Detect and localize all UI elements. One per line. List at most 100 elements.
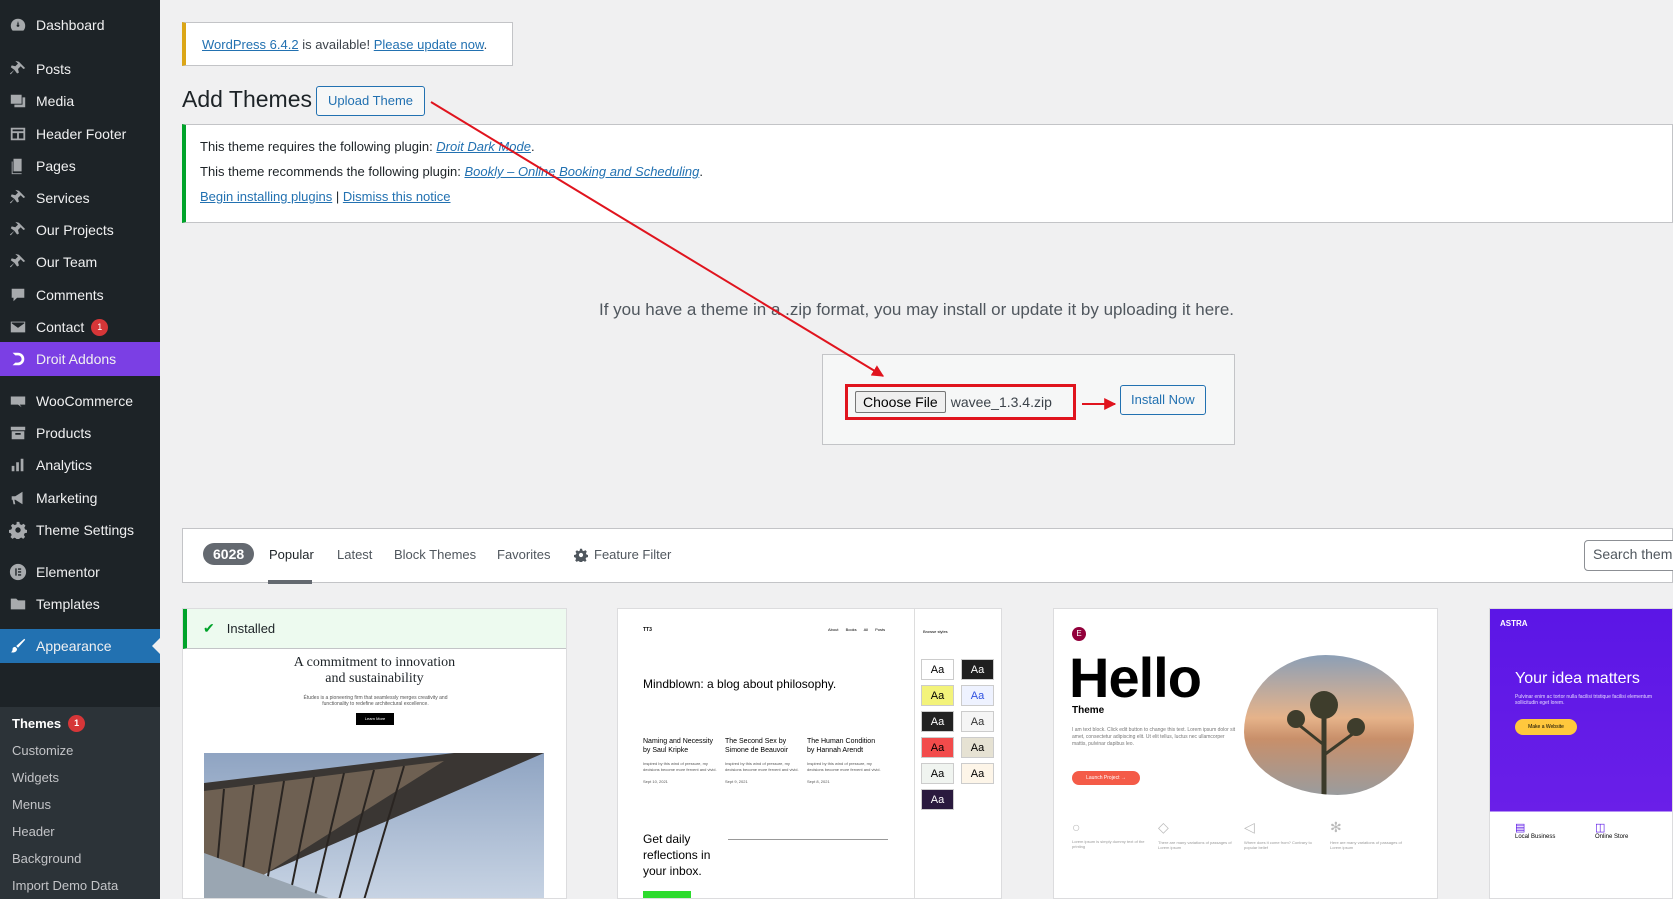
feature-text: Online Store xyxy=(1595,834,1629,840)
feature-text: There are many variations of passages of… xyxy=(1158,840,1232,850)
menu-theme-settings[interactable]: Theme Settings xyxy=(0,513,160,547)
menu-woocommerce[interactable]: WooCommerce xyxy=(0,384,160,418)
style-swatch: Aa xyxy=(961,659,994,680)
menu-templates[interactable]: Templates xyxy=(0,587,160,621)
panel-title: Browse styles xyxy=(923,629,948,634)
menu-elementor[interactable]: Elementor xyxy=(0,555,160,589)
pin-icon xyxy=(9,189,27,207)
droit-dark-mode-link[interactable]: Droit Dark Mode xyxy=(436,139,531,154)
theme-card-installed[interactable]: ✔ Installed A commitment to innovation a… xyxy=(182,608,567,899)
menu-our-projects[interactable]: Our Projects xyxy=(0,213,160,247)
feature-2: ◇ There are many variations of passages o… xyxy=(1158,819,1238,850)
theme-preview-button: Learn More xyxy=(356,713,394,725)
layout-icon xyxy=(9,125,27,143)
menu-dashboard[interactable]: Dashboard xyxy=(0,8,160,42)
upload-theme-button[interactable]: Upload Theme xyxy=(316,86,426,116)
submenu-customize[interactable]: Customize xyxy=(12,737,73,763)
pin-icon xyxy=(9,60,27,78)
post-date: Sept 8, 2021 xyxy=(807,779,830,784)
theme-preview-button: Launch Project → xyxy=(1072,771,1140,785)
menu-services[interactable]: Services xyxy=(0,181,160,215)
theme-preview-text: Pulvinar enim ac tortor nulla facilisi t… xyxy=(1515,694,1652,706)
tab-popular[interactable]: Popular xyxy=(269,547,314,562)
tab-block-themes[interactable]: Block Themes xyxy=(394,547,476,562)
submenu-themes[interactable]: Themes 1 xyxy=(12,710,86,736)
wordpress-version-link[interactable]: WordPress 6.4.2 xyxy=(202,37,299,52)
style-swatch: Aa xyxy=(921,711,954,732)
menu-header-footer[interactable]: Header Footer xyxy=(0,117,160,151)
notice-line-required: This theme requires the following plugin… xyxy=(200,139,1658,154)
notice-separator: | xyxy=(332,189,343,204)
menu-label: Products xyxy=(36,425,92,441)
style-swatch: Aa xyxy=(921,659,954,680)
style-swatch: Aa xyxy=(921,737,954,758)
theme-preview-subheading: Get daily reflections in your inbox. xyxy=(643,832,711,878)
theme-preview-heading: Mindblown: a blog about philosophy. xyxy=(643,677,837,691)
menu-posts[interactable]: Posts xyxy=(0,52,160,86)
megaphone-icon xyxy=(9,489,27,507)
dismiss-notice-link[interactable]: Dismiss this notice xyxy=(343,189,451,204)
theme-card-hello[interactable]: E Hello Theme I am text block. Click edi… xyxy=(1053,608,1438,899)
diamond-icon: ◇ xyxy=(1158,819,1169,835)
building-icon: ▤ xyxy=(1515,822,1526,834)
feature-local-business: ▤ Local Business xyxy=(1515,821,1555,840)
menu-products[interactable]: Products xyxy=(0,416,160,450)
style-variations-panel: Browse styles Aa Aa Aa Aa Aa Aa Aa Aa Aa… xyxy=(914,609,1001,898)
upload-instructions: If you have a theme in a .zip format, yo… xyxy=(598,300,1235,319)
menu-droit-addons[interactable]: Droit Addons xyxy=(0,342,160,376)
menu-pages[interactable]: Pages xyxy=(0,149,160,183)
choose-file-button[interactable]: Choose File xyxy=(855,391,946,413)
feature-3: ◁ Where does it come from? Contrary to po… xyxy=(1244,819,1324,850)
menu-label: Droit Addons xyxy=(36,351,117,367)
menu-our-team[interactable]: Our Team xyxy=(0,245,160,279)
theme-card-astra[interactable]: ASTRA Your idea matters Pulvinar enim ac… xyxy=(1489,608,1673,899)
theme-card-tt3[interactable]: TT3 About Books All Posts Mindblown: a b… xyxy=(617,608,1002,899)
feature-filter-label: Feature Filter xyxy=(594,547,672,562)
bar-chart-icon xyxy=(9,456,27,474)
tab-favorites[interactable]: Favorites xyxy=(497,547,550,562)
menu-label: Posts xyxy=(36,61,72,77)
menu-appearance[interactable]: Appearance xyxy=(0,629,160,663)
plugin-notice: This theme requires the following plugin… xyxy=(182,124,1673,223)
menu-label: Contact xyxy=(36,319,85,335)
appearance-submenu: Themes 1 Customize Widgets Menus Header B… xyxy=(0,707,160,899)
post-title: The Human Condition by Hannah Arendt xyxy=(807,738,876,754)
submenu-header[interactable]: Header xyxy=(12,818,55,844)
style-swatch: Aa xyxy=(921,789,954,810)
post-date: Sept 10, 2021 xyxy=(643,779,668,784)
begin-installing-plugins-link[interactable]: Begin installing plugins xyxy=(200,189,332,204)
submenu-label: Import Demo Data xyxy=(12,877,119,893)
submenu-widgets[interactable]: Widgets xyxy=(12,764,59,790)
lightbulb-icon: ○ xyxy=(1072,819,1081,835)
gear-icon xyxy=(9,521,27,539)
menu-label: Pages xyxy=(36,158,76,174)
preview-post-1: Naming and Necessity by Saul Kripke Inspi… xyxy=(643,737,719,785)
update-now-link[interactable]: Please update now xyxy=(374,37,484,52)
admin-sidebar: Dashboard Posts Media Header Footer Page… xyxy=(0,0,160,899)
feature-filter-button[interactable]: Feature Filter xyxy=(574,547,671,562)
bookly-link[interactable]: Bookly – Online Booking and Scheduling xyxy=(464,164,699,179)
menu-media[interactable]: Media xyxy=(0,84,160,118)
post-excerpt: Inspired by this wind of pressure, my de… xyxy=(807,761,881,772)
submenu-menus[interactable]: Menus xyxy=(12,791,51,817)
paper-plane-icon: ◁ xyxy=(1244,819,1255,835)
style-swatch: Aa xyxy=(961,711,994,732)
droit-icon xyxy=(9,350,27,368)
menu-label: Dashboard xyxy=(36,17,105,33)
pin-icon xyxy=(9,221,27,239)
menu-label: Analytics xyxy=(36,457,93,473)
tab-latest[interactable]: Latest xyxy=(337,547,372,562)
feature-text: Here are many variations of passages of … xyxy=(1330,840,1402,850)
theme-preview-subheading: Theme xyxy=(1072,705,1105,716)
pages-icon xyxy=(9,157,27,175)
menu-label: WooCommerce xyxy=(36,393,133,409)
menu-marketing[interactable]: Marketing xyxy=(0,481,160,515)
submenu-import-demo-data[interactable]: Import Demo Data xyxy=(12,872,118,898)
brush-icon xyxy=(9,637,27,655)
menu-analytics[interactable]: Analytics xyxy=(0,448,160,482)
install-now-button[interactable]: Install Now xyxy=(1120,385,1206,415)
pin-icon xyxy=(9,253,27,271)
search-themes-input[interactable]: Search themes... xyxy=(1584,540,1673,571)
submenu-background[interactable]: Background xyxy=(12,845,81,871)
menu-label: Elementor xyxy=(36,564,100,580)
